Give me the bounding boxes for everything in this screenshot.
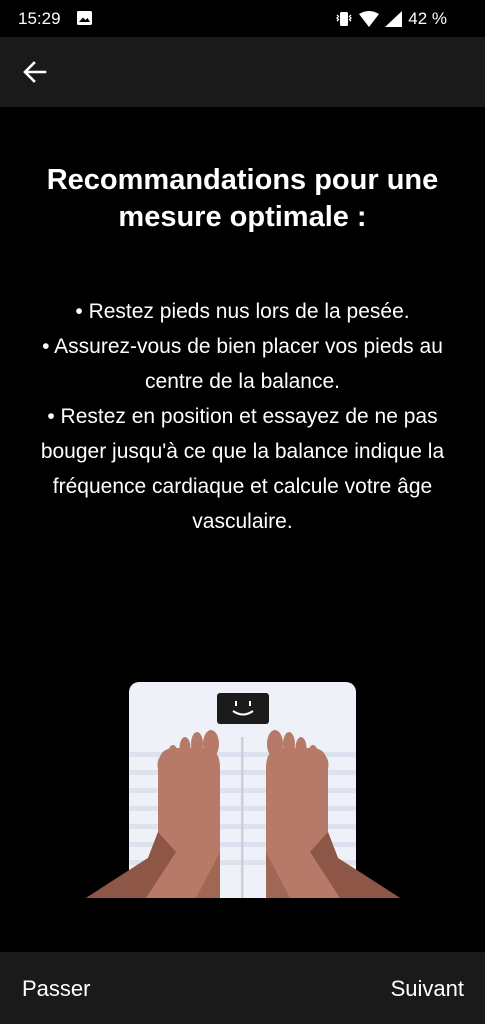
tips-list: • Restez pieds nus lors de la pesée. • A…: [40, 294, 445, 539]
signal-icon: [385, 11, 403, 27]
battery-text: 42 %: [408, 9, 447, 28]
scale-display: [217, 693, 269, 724]
arrow-left-icon: [23, 61, 47, 83]
page-title: Recommandations pour une mesure optimale…: [46, 164, 439, 233]
vibrate-icon: [336, 12, 353, 26]
skip-button[interactable]: Passer: [22, 976, 90, 1002]
wifi-icon: [359, 11, 380, 27]
tip-item: • Assurez-vous de bien placer vos pieds …: [42, 335, 443, 393]
status-icons: 42 %: [335, 9, 447, 29]
scale-feet-illustration: [86, 682, 400, 898]
tip-item: • Restez en position et essayez de ne pa…: [40, 405, 445, 533]
app-bar: [0, 37, 485, 107]
tip-item: • Restez pieds nus lors de la pesée.: [75, 300, 410, 323]
status-time: 15:29: [18, 9, 61, 28]
back-button[interactable]: [18, 55, 52, 89]
status-bar: 15:29 42 %: [0, 0, 485, 37]
bottom-bar: Passer Suivant: [0, 952, 485, 1024]
main-content: Recommandations pour une mesure optimale…: [0, 107, 485, 952]
next-button[interactable]: Suivant: [391, 976, 464, 1002]
image-icon: [77, 11, 92, 25]
